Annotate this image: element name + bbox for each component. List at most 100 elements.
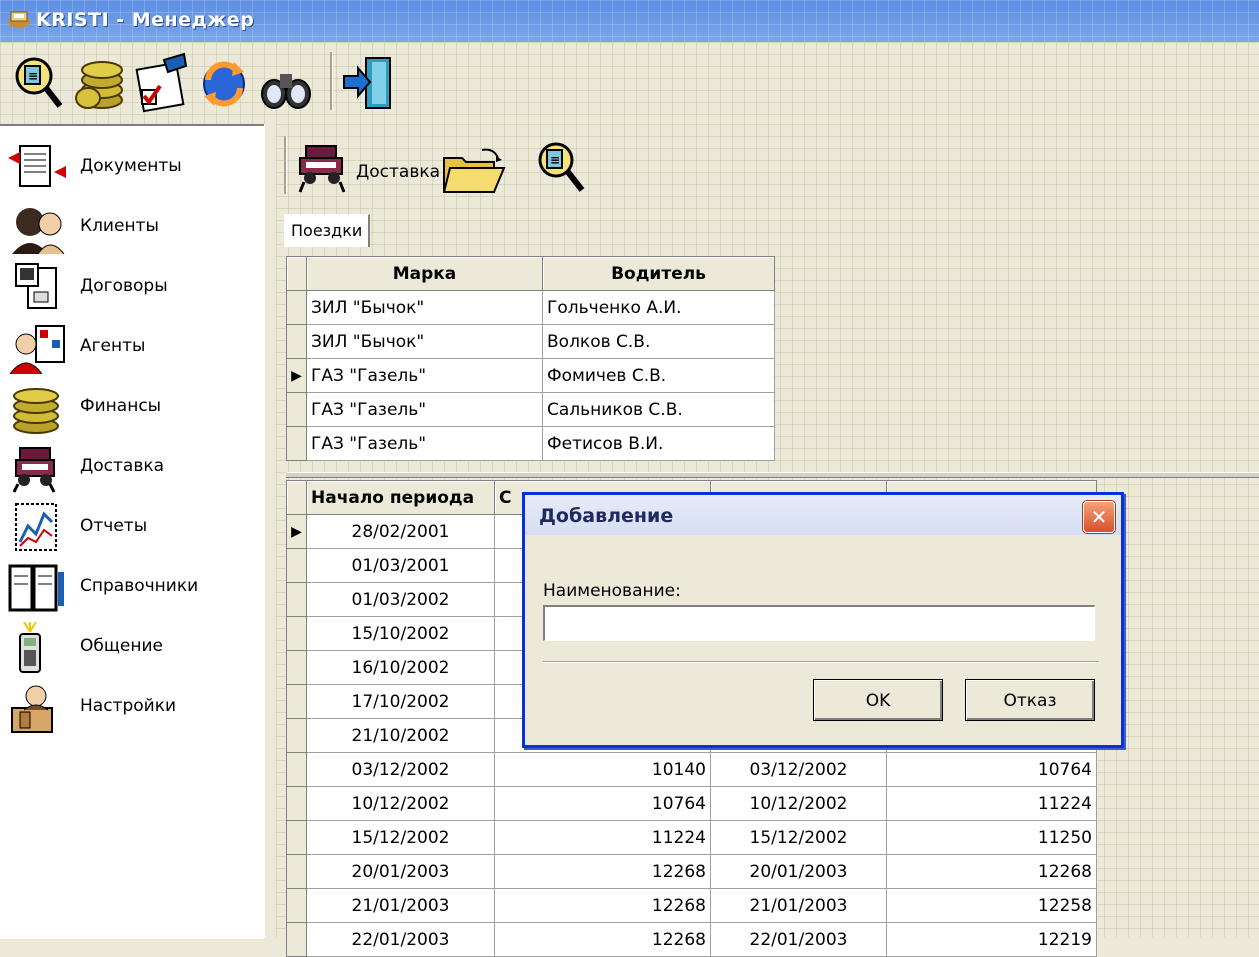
table-row[interactable]: ▶ ГАЗ "Газель" Фомичев С.В.: [286, 358, 775, 393]
vehicles-grid[interactable]: Марка Водитель ЗИЛ "Бычок" Гольченко А.И.…: [286, 256, 775, 461]
row-indicator: [286, 548, 307, 583]
binoculars-icon[interactable]: [258, 50, 314, 114]
sidebar-item-clients[interactable]: Клиенты: [0, 198, 264, 256]
sidebar-item-label: Финансы: [80, 396, 162, 416]
ok-button[interactable]: OK: [813, 679, 943, 721]
end-value-cell[interactable]: 12219: [886, 922, 1097, 957]
checklist-icon[interactable]: [134, 50, 190, 114]
table-row[interactable]: ГАЗ "Газель" Фетисов В.И.: [286, 426, 775, 461]
dialog-title-bar[interactable]: Добавление ✕: [525, 495, 1121, 535]
phone-icon: [19, 622, 41, 673]
period-end-cell[interactable]: 21/01/2003: [710, 888, 887, 923]
table-row[interactable]: 22/01/2003 12268 22/01/2003 12219: [286, 922, 1097, 957]
start-value-cell[interactable]: 11224: [494, 820, 711, 855]
start-value-cell[interactable]: 12268: [494, 888, 711, 923]
name-input[interactable]: [543, 605, 1095, 641]
brand-cell[interactable]: ГАЗ "Газель": [306, 358, 543, 393]
table-row[interactable]: ЗИЛ "Бычок" Гольченко А.И.: [286, 290, 775, 325]
period-start-cell[interactable]: 16/10/2002: [306, 650, 495, 685]
table-row[interactable]: 15/12/2002 11224 15/12/2002 11250: [286, 820, 1097, 855]
column-header-brand[interactable]: Марка: [306, 256, 543, 291]
dialog-divider: [543, 661, 1099, 663]
brand-cell[interactable]: ГАЗ "Газель": [306, 426, 543, 461]
period-start-cell[interactable]: 22/01/2003: [306, 922, 495, 957]
period-end-cell[interactable]: 10/12/2002: [710, 786, 887, 821]
row-indicator: [286, 650, 307, 685]
column-header-period-start[interactable]: Начало периода: [306, 480, 495, 515]
end-value-cell[interactable]: 11250: [886, 820, 1097, 855]
row-indicator: [286, 426, 307, 461]
sidebar-item-agents[interactable]: Агенты: [0, 318, 264, 376]
period-end-cell[interactable]: 22/01/2003: [710, 922, 887, 957]
row-indicator: [286, 684, 307, 719]
sidebar: Документы Клиенты Договоры Агенты Финанс…: [0, 124, 264, 939]
search-document-icon[interactable]: ≡: [534, 136, 588, 196]
end-value-cell[interactable]: 11224: [886, 786, 1097, 821]
period-start-cell[interactable]: 20/01/2003: [306, 854, 495, 889]
period-start-cell[interactable]: 15/12/2002: [306, 820, 495, 855]
period-start-cell[interactable]: 01/03/2001: [306, 548, 495, 583]
sidebar-item-documents[interactable]: Документы: [0, 138, 264, 196]
svg-text:≡: ≡: [550, 153, 560, 167]
driver-cell[interactable]: Волков С.В.: [542, 324, 775, 359]
sidebar-item-delivery[interactable]: Доставка: [0, 438, 264, 496]
period-start-cell[interactable]: 17/10/2002: [306, 684, 495, 719]
driver-cell[interactable]: Гольченко А.И.: [542, 290, 775, 325]
period-start-cell[interactable]: 01/03/2002: [306, 582, 495, 617]
driver-cell[interactable]: Фомичев С.В.: [542, 358, 775, 393]
end-value-cell[interactable]: 10764: [886, 752, 1097, 787]
driver-cell[interactable]: Фетисов В.И.: [542, 426, 775, 461]
grid-splitter[interactable]: [286, 472, 1259, 478]
row-indicator: [286, 290, 307, 325]
current-row-arrow-icon: ▶: [286, 358, 307, 393]
start-value-cell[interactable]: 10764: [494, 786, 711, 821]
column-header-driver[interactable]: Водитель: [542, 256, 775, 291]
sidebar-item-references[interactable]: Справочники: [0, 558, 264, 616]
books-icon: [8, 564, 64, 612]
table-row[interactable]: 10/12/2002 10764 10/12/2002 11224: [286, 786, 1097, 821]
sidebar-item-label: Справочники: [80, 576, 199, 596]
end-value-cell[interactable]: 12268: [886, 854, 1097, 889]
coins-icon[interactable]: [72, 50, 128, 114]
period-start-cell[interactable]: 03/12/2002: [306, 752, 495, 787]
start-value-cell[interactable]: 12268: [494, 854, 711, 889]
end-value-cell[interactable]: 12258: [886, 888, 1097, 923]
sidebar-item-finance[interactable]: Финансы: [0, 378, 264, 436]
table-row[interactable]: 21/01/2003 12268 21/01/2003 12258: [286, 888, 1097, 923]
sidebar-item-communication[interactable]: Общение: [0, 618, 264, 676]
sidebar-item-settings[interactable]: Настройки: [0, 678, 264, 736]
period-end-cell[interactable]: 03/12/2002: [710, 752, 887, 787]
period-start-cell[interactable]: 21/01/2003: [306, 888, 495, 923]
refresh-icon[interactable]: [196, 50, 252, 114]
sidebar-item-contracts[interactable]: Договоры: [0, 258, 264, 316]
search-document-icon[interactable]: ≡: [10, 50, 66, 114]
sidebar-item-label: Клиенты: [80, 216, 159, 236]
start-value-cell[interactable]: 12268: [494, 922, 711, 957]
cancel-button[interactable]: Отказ: [965, 679, 1095, 721]
open-folder-icon[interactable]: [442, 148, 506, 194]
period-start-cell[interactable]: 10/12/2002: [306, 786, 495, 821]
delivery-car-icon[interactable]: [294, 138, 350, 194]
table-row[interactable]: ГАЗ "Газель" Сальников С.В.: [286, 392, 775, 427]
name-field-label: Наименование:: [543, 581, 681, 601]
period-end-cell[interactable]: 20/01/2003: [710, 854, 887, 889]
brand-cell[interactable]: ЗИЛ "Бычок": [306, 324, 543, 359]
table-row[interactable]: ЗИЛ "Бычок" Волков С.В.: [286, 324, 775, 359]
period-start-cell[interactable]: 21/10/2002: [306, 718, 495, 753]
exit-door-icon[interactable]: [340, 50, 396, 114]
period-start-cell[interactable]: 28/02/2001: [306, 514, 495, 549]
tab-trips[interactable]: Поездки: [284, 214, 371, 247]
close-icon[interactable]: ✕: [1083, 501, 1115, 533]
delivery-label[interactable]: Доставка: [356, 162, 440, 182]
brand-cell[interactable]: ГАЗ "Газель": [306, 392, 543, 427]
period-end-cell[interactable]: 15/12/2002: [710, 820, 887, 855]
brand-cell[interactable]: ЗИЛ "Бычок": [306, 290, 543, 325]
driver-cell[interactable]: Сальников С.В.: [542, 392, 775, 427]
period-start-cell[interactable]: 15/10/2002: [306, 616, 495, 651]
start-value-cell[interactable]: 10140: [494, 752, 711, 787]
table-row[interactable]: 03/12/2002 10140 03/12/2002 10764: [286, 752, 1097, 787]
documents-icon: [8, 145, 66, 187]
sidebar-item-reports[interactable]: Отчеты: [0, 498, 264, 556]
table-row[interactable]: 20/01/2003 12268 20/01/2003 12268: [286, 854, 1097, 889]
sidebar-item-label: Агенты: [80, 336, 146, 356]
